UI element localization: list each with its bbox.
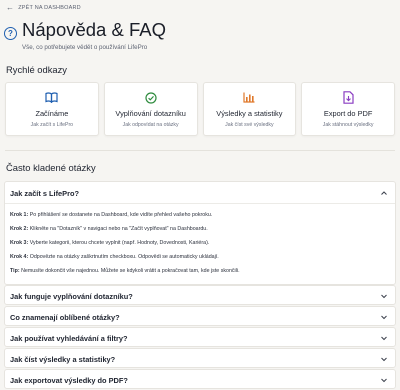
quick-link-title: Vyplňování dotazníku — [115, 109, 186, 118]
page-title: Nápověda & FAQ — [22, 19, 166, 40]
chevron-down-icon — [381, 294, 387, 299]
chevron-down-icon — [381, 378, 387, 383]
quick-link-questionnaire[interactable]: Vyplňování dotazníku Jak odpovídat na ot… — [103, 82, 198, 136]
faq-item-expanded: Jak začít s LifePro? Krok 1: Po přihláše… — [4, 181, 396, 285]
check-circle-icon — [145, 91, 157, 104]
chevron-down-icon — [381, 315, 387, 320]
faq-answer-line: Krok 4: Odpovězte na otázky zaškrtnutím … — [10, 254, 219, 260]
faq-answer-line: Krok 1: Po přihlášení se dostanete na Da… — [10, 212, 213, 218]
bar-chart-icon — [243, 91, 255, 104]
arrow-left-icon: ← — [6, 3, 15, 12]
faq-answer-line: Krok 3: Vyberte kategorii, kterou chcete… — [10, 240, 210, 246]
quick-links-heading: Rychlé odkazy — [6, 64, 67, 75]
faq-item[interactable]: Jak používat vyhledávání a filtry? — [4, 327, 396, 347]
quick-link-subtitle: Jak začít s LifePro — [30, 122, 74, 128]
chevron-down-icon — [381, 336, 387, 341]
back-link-label: ZPĚT NA DASHBOARD — [18, 5, 81, 11]
quick-link-subtitle: Jak stáhnout výsledky — [322, 122, 374, 128]
back-to-dashboard-link[interactable]: ← ZPĚT NA DASHBOARD — [6, 4, 81, 12]
faq-question: Jak funguje vyplňování dotazníku? — [10, 292, 133, 301]
faq-item[interactable]: Jak exportovat výsledky do PDF? — [4, 369, 396, 389]
quick-link-subtitle: Jak odpovídat na otázky — [122, 122, 179, 128]
quick-links: Začínáme Jak začít s LifePro Vyplňování … — [5, 82, 395, 136]
quick-link-getting-started[interactable]: Začínáme Jak začít s LifePro — [5, 82, 99, 136]
chevron-up-icon[interactable] — [380, 189, 388, 197]
quick-link-subtitle: Jak číst své výsledky — [225, 122, 274, 128]
faq-question: Co znamenají oblíbené otázky? — [10, 313, 120, 322]
faq-answer-tip: Tip: Nemusíte dokončit vše najednou. Můž… — [10, 268, 240, 274]
chevron-down-icon — [381, 357, 387, 362]
faq-question: Jak číst výsledky a statistiky? — [10, 355, 116, 364]
quick-link-title: Výsledky a statistiky — [216, 109, 283, 118]
faq-question: Jak používat vyhledávání a filtry? — [10, 334, 128, 343]
faq-answer-line: Krok 2: Klikněte na "Dotazník" v navigac… — [10, 226, 208, 232]
pdf-file-icon — [343, 91, 354, 104]
faq-item[interactable]: Co znamenají oblíbené otázky? — [4, 306, 396, 326]
faq-question[interactable]: Jak začít s LifePro? — [10, 189, 79, 198]
faq-question: Jak exportovat výsledky do PDF? — [10, 376, 128, 385]
faq-separator — [5, 203, 395, 204]
help-circle-icon: ? — [4, 27, 17, 40]
faq-item[interactable]: Jak funguje vyplňování dotazníku? — [4, 285, 396, 305]
book-icon — [45, 91, 58, 104]
quick-link-results[interactable]: Výsledky a statistiky Jak číst své výsle… — [202, 82, 297, 136]
faq-heading: Často kladené otázky — [6, 162, 96, 173]
quick-link-pdf-export[interactable]: Export do PDF Jak stáhnout výsledky — [301, 82, 395, 136]
quick-link-title: Export do PDF — [323, 109, 373, 118]
section-divider — [5, 150, 395, 151]
page-subtitle: Vše, co potřebujete vědět o používání Li… — [22, 44, 148, 51]
quick-link-title: Začínáme — [35, 109, 69, 118]
faq-item[interactable]: Jak číst výsledky a statistiky? — [4, 348, 396, 368]
